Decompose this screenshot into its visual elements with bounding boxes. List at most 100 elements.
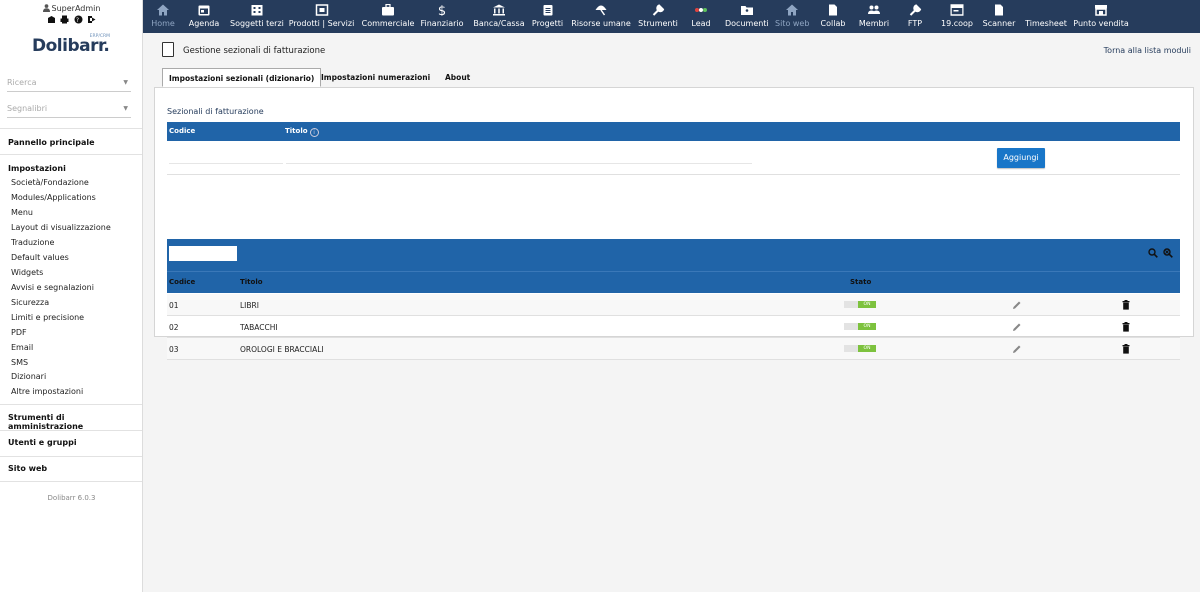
menu-item-other-setup[interactable]: Altre impostazioni [11, 387, 83, 396]
back-to-modules-link[interactable]: Torna alla lista moduli [1104, 46, 1191, 55]
form-header-title: Titolo [285, 127, 308, 135]
logout-icon[interactable] [87, 15, 96, 24]
top-menu-projects[interactable]: Progetti [531, 0, 564, 33]
lead-icon [695, 8, 707, 12]
top-menu-bar: Home Agenda Soggetti terzi Prodotti | Se… [143, 0, 1200, 33]
list-header-code: Codice [169, 278, 196, 286]
add-button[interactable]: Aggiungi [997, 148, 1045, 168]
user-link[interactable]: SuperAdmin [0, 4, 143, 13]
top-menu-bank[interactable]: Banca/Cassa [471, 0, 527, 33]
top-menu-collab[interactable]: Collab [817, 0, 849, 33]
info-icon[interactable]: i [309, 128, 319, 137]
top-menu-thirdparties[interactable]: Soggetti terzi [230, 0, 284, 33]
menu-item-alerts[interactable]: Avvisi e segnalazioni [11, 283, 94, 292]
search-select[interactable]: Ricerca ▼ [7, 74, 131, 92]
edit-icon[interactable] [1012, 322, 1022, 332]
menu-item-sms[interactable]: SMS [11, 358, 28, 367]
trash-icon[interactable] [1122, 344, 1130, 354]
menu-home[interactable]: Pannello principale [8, 138, 95, 147]
menu-item-modules[interactable]: Modules/Applications [11, 193, 96, 202]
row-code: 02 [169, 323, 179, 332]
top-menu-label: Home [151, 19, 175, 28]
clipboard-icon [543, 5, 552, 16]
top-menu-timesheet[interactable]: Timesheet [1023, 0, 1069, 33]
top-menu-products[interactable]: Prodotti | Servizi [288, 0, 355, 33]
toggle-on-label: ON [858, 323, 876, 330]
menu-item-company[interactable]: Società/Fondazione [11, 178, 89, 187]
table-row: 02 TABACCHI ON [167, 316, 1180, 338]
title-input[interactable] [286, 152, 752, 164]
top-menu-label: Strumenti [638, 19, 678, 28]
top-menu-hr[interactable]: Risorse umane [571, 0, 631, 33]
menu-admin-tools[interactable]: Strumenti di amministrazione [8, 413, 142, 431]
menu-item-translation[interactable]: Traduzione [11, 238, 54, 247]
document-icon [995, 4, 1003, 16]
top-menu-label: Timesheet [1025, 19, 1067, 28]
top-menu-pos[interactable]: Punto vendita [1073, 0, 1129, 33]
top-menu-scanner[interactable]: Scanner [981, 0, 1017, 33]
reset-search-icon[interactable] [1163, 248, 1173, 258]
menu-item-limits[interactable]: Limiti e precisione [11, 313, 84, 322]
top-menu-financial[interactable]: $ Finanziario [420, 0, 464, 33]
trash-icon[interactable] [1122, 322, 1130, 332]
help-icon[interactable]: ? [74, 15, 83, 24]
top-menu-19coop[interactable]: 19.coop [939, 0, 975, 33]
chevron-down-icon: ▼ [123, 105, 128, 112]
status-toggle[interactable]: ON [844, 300, 876, 309]
tab-dictionary-setup[interactable]: Impostazioni sezionali (dizionario) [162, 68, 322, 87]
top-menu-label: Progetti [531, 19, 564, 28]
top-menu-lead[interactable]: Lead [687, 0, 715, 33]
user-block: SuperAdmin ? [0, 4, 143, 26]
building-icon[interactable] [47, 15, 56, 24]
top-menu-commercial[interactable]: Commerciale [361, 0, 415, 33]
menu-item-default-values[interactable]: Default values [11, 253, 69, 262]
top-menu-label: Punto vendita [1073, 19, 1129, 28]
edit-icon[interactable] [1012, 300, 1022, 310]
top-menu-label: Commerciale [361, 19, 415, 28]
top-menu-label: Soggetti terzi [230, 19, 284, 28]
divider [167, 271, 1180, 272]
filter-input[interactable] [169, 246, 237, 261]
edit-icon[interactable] [1012, 344, 1022, 354]
menu-item-security[interactable]: Sicurezza [11, 298, 49, 307]
trash-icon[interactable] [1122, 300, 1130, 310]
top-menu-agenda[interactable]: Agenda [187, 0, 221, 33]
divider [0, 430, 142, 431]
menu-item-pdf[interactable]: PDF [11, 328, 27, 337]
search-icon[interactable] [1148, 248, 1158, 258]
logo-subtitle: ERP/CRM [89, 34, 110, 39]
top-menu-ftp[interactable]: FTP [900, 0, 930, 33]
top-menu-home[interactable]: Home [149, 0, 177, 33]
menu-item-display[interactable]: Layout di visualizzazione [11, 223, 111, 232]
row-title: TABACCHI [240, 323, 278, 332]
tab-numbering-setup[interactable]: Impostazioni numerazioni [315, 68, 436, 87]
dolibarr-logo[interactable]: Dolibarr. ERP/CRM [32, 34, 114, 62]
briefcase-icon [382, 4, 394, 16]
form-header-bar: Codice Titolo i [167, 122, 1180, 141]
menu-item-dictionaries[interactable]: Dizionari [11, 372, 46, 381]
bookmarks-select[interactable]: Segnalibri ▼ [7, 100, 131, 118]
top-menu-website[interactable]: Sito web [775, 0, 809, 33]
table-row: 03 OROLOGI E BRACCIALI ON [167, 338, 1180, 360]
menu-website[interactable]: Sito web [8, 464, 47, 473]
menu-users-groups[interactable]: Utenti e gruppi [8, 438, 77, 447]
chevron-down-icon: ▼ [123, 79, 128, 86]
status-toggle[interactable]: ON [844, 344, 876, 353]
document-icon [162, 42, 174, 57]
menu-item-widgets[interactable]: Widgets [11, 268, 43, 277]
list-filter-bar [167, 239, 1180, 293]
top-menu-documents[interactable]: Documenti [725, 0, 769, 33]
bank-icon [493, 4, 505, 16]
menu-item-email[interactable]: Email [11, 343, 33, 352]
top-menu-members[interactable]: Membri [857, 0, 891, 33]
menu-setup[interactable]: Impostazioni [8, 164, 66, 173]
status-toggle[interactable]: ON [844, 322, 876, 331]
svg-text:?: ? [76, 17, 81, 24]
logo-text: Dolibarr. [32, 36, 110, 56]
top-menu-tools[interactable]: Strumenti [636, 0, 680, 33]
menu-item-menu[interactable]: Menu [11, 208, 33, 217]
code-input[interactable] [169, 152, 283, 164]
print-icon[interactable] [60, 15, 69, 24]
tab-about[interactable]: About [439, 68, 476, 87]
list-header-status: Stato [850, 278, 872, 286]
